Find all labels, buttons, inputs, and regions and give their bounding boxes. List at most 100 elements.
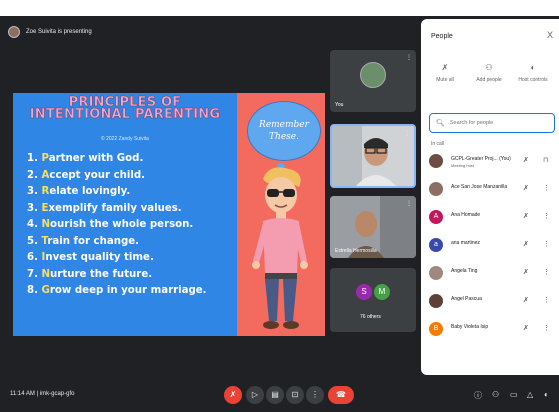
avatar <box>429 294 443 308</box>
avatar <box>429 266 443 280</box>
people-panel: People X ✗ Mute all ⚇ Add people ◐ Host … <box>421 19 559 375</box>
pin-icon[interactable]: ⊓ <box>543 156 548 164</box>
close-icon[interactable]: X <box>547 30 553 40</box>
principle-item: 7. Nurture the future. <box>27 268 153 280</box>
slide-right-panel: Remember These. <box>237 93 325 336</box>
slide-title: PRINCIPLES OF INTENTIONAL PARENTING <box>13 96 237 122</box>
participant-tile-3[interactable]: ⋮ Estrella Hermosilla <box>330 196 416 258</box>
add-people-label: Add people <box>476 77 502 83</box>
host-controls-icon[interactable]: ◐ <box>544 390 549 399</box>
mute-all-icon: ✗ <box>441 63 449 72</box>
principle-item: 8. Grow deep in your marriage. <box>27 285 207 296</box>
presentation-slide: PRINCIPLES OF INTENTIONAL PARENTING © 20… <box>13 93 325 336</box>
bottom-control-bar: 11:14 AM | imk-gcap-gfo ✗ ▷ ▤ ⊡ ⋮ ☎ ⓘ ⚇ … <box>0 380 559 412</box>
more-options-icon[interactable]: ⋮ <box>543 212 550 220</box>
more-options-icon[interactable]: ⋮ <box>406 200 412 207</box>
host-controls-label: Host controls <box>518 77 548 83</box>
top-strip <box>0 0 559 16</box>
participant-name: ana martinez <box>451 240 480 246</box>
hang-up-button[interactable]: ☎ <box>328 386 354 404</box>
presenter-banner: Zoe Suivita is presenting <box>8 24 418 40</box>
tile-name: Estrella Hermosilla <box>335 248 377 254</box>
slide-title-line2: INTENTIONAL PARENTING <box>29 107 221 122</box>
others-count: 76 others <box>360 314 381 320</box>
add-people-icon: ⚇ <box>485 63 493 72</box>
slide-copyright: © 2022 Zandy Suivita <box>101 136 149 142</box>
participant-name: GCPL-Greater Proj... (You) <box>451 156 511 162</box>
panel-title: People <box>431 33 453 40</box>
participant-role: Meeting host <box>451 163 474 168</box>
info-icon[interactable]: ⓘ <box>474 390 482 401</box>
thought-bubble: Remember These. <box>247 101 321 161</box>
participant-row[interactable]: Ace San Jose Manzanilla ✗ ⋮ <box>429 179 555 201</box>
search-box[interactable]: 🔍︎ <box>429 113 555 133</box>
participant-row[interactable]: GCPL-Greater Proj... (You) Meeting host … <box>429 151 555 173</box>
mic-off-icon[interactable]: ✗ <box>523 268 529 276</box>
mic-off-icon[interactable]: ✗ <box>523 240 529 248</box>
participant-row[interactable]: a ana martinez ✗ ⋮ <box>429 235 555 257</box>
participant-row[interactable]: B Baby Violeta Isip ✗ ⋮ <box>429 319 555 341</box>
bubble-line1: Remember <box>259 120 309 130</box>
avatar: M <box>374 284 390 300</box>
mute-all-button[interactable]: ✗ Mute all <box>423 63 467 83</box>
participant-name: Angela Ting <box>451 268 478 274</box>
participant-tile-active-speaker[interactable]: ⋮ <box>330 124 416 188</box>
tile-name: You <box>335 102 344 108</box>
captions-button[interactable]: ▤ <box>266 386 284 404</box>
more-options-icon[interactable]: ⋮ <box>543 184 550 192</box>
participant-name: Ace San Jose Manzanilla <box>451 184 508 190</box>
mic-off-button[interactable]: ✗ <box>224 386 242 404</box>
others-tile[interactable]: S M 76 others <box>330 268 416 332</box>
more-options-icon[interactable]: ⋮ <box>543 268 550 276</box>
user-avatar <box>360 62 386 88</box>
search-input[interactable] <box>449 120 550 126</box>
host-controls-button[interactable]: ◐ Host controls <box>511 63 555 83</box>
mic-off-icon[interactable]: ✗ <box>523 296 529 304</box>
more-options-icon[interactable]: ⋮ <box>543 296 550 304</box>
mic-off-icon[interactable]: ✗ <box>523 156 529 164</box>
more-options-icon[interactable]: ⋮ <box>404 130 410 137</box>
participant-name: Ana Homade <box>451 212 481 218</box>
avatar: a <box>429 238 443 252</box>
participant-row[interactable]: A Ana Homade ✗ ⋮ <box>429 207 555 229</box>
principles-list: 1. Partner with God. 2. Accept your chil… <box>27 151 247 300</box>
people-icon[interactable]: ⚇ <box>492 390 499 399</box>
cartoon-man-illustration <box>252 167 308 329</box>
speaker-video <box>332 126 414 186</box>
mic-off-icon[interactable]: ✗ <box>523 324 529 332</box>
mic-off-icon[interactable]: ✗ <box>523 184 529 192</box>
principle-item: 4. Nourish the whole person. <box>27 219 194 230</box>
principle-item: 5. Train for change. <box>27 235 140 247</box>
principle-item: 3. Exemplify family values. <box>27 202 182 214</box>
mute-all-label: Mute all <box>436 77 454 83</box>
activities-icon[interactable]: △ <box>527 390 533 399</box>
host-controls-icon: ◐ <box>530 63 536 72</box>
more-options-button[interactable]: ⋮ <box>306 386 324 404</box>
add-people-button[interactable]: ⚇ Add people <box>467 63 511 83</box>
principle-item: 2. Accept your child. <box>27 169 146 181</box>
presenter-text: Zoe Suivita is presenting <box>26 29 92 35</box>
presenter-avatar <box>8 26 20 38</box>
camera-button[interactable]: ▷ <box>246 386 264 404</box>
present-button[interactable]: ⊡ <box>286 386 304 404</box>
participant-row[interactable]: Angel Pascua ✗ ⋮ <box>429 291 555 313</box>
in-call-header: In call <box>431 141 445 147</box>
avatar: B <box>429 322 443 336</box>
principle-item: 3. Relate lovingly. <box>27 186 131 197</box>
bubble-line2: These. <box>269 132 299 142</box>
search-icon: 🔍︎ <box>436 120 445 127</box>
avatar <box>429 182 443 196</box>
meeting-info: 11:14 AM | imk-gcap-gfo <box>10 391 75 397</box>
mic-off-icon[interactable]: ✗ <box>523 212 529 220</box>
avatar: S <box>356 284 372 300</box>
more-options-icon[interactable]: ⋮ <box>406 54 412 61</box>
participant-tile-you[interactable]: ⋮ You <box>330 50 416 112</box>
participant-name: Angel Pascua <box>451 296 482 302</box>
more-options-icon[interactable]: ⋮ <box>543 240 550 248</box>
participant-row[interactable]: Angela Ting ✗ ⋮ <box>429 263 555 285</box>
avatar <box>429 154 443 168</box>
principle-item: 6. Invest quality time. <box>27 252 154 263</box>
chat-icon[interactable]: ▭ <box>510 390 518 399</box>
more-options-icon[interactable]: ⋮ <box>543 324 550 332</box>
avatar: A <box>429 210 443 224</box>
